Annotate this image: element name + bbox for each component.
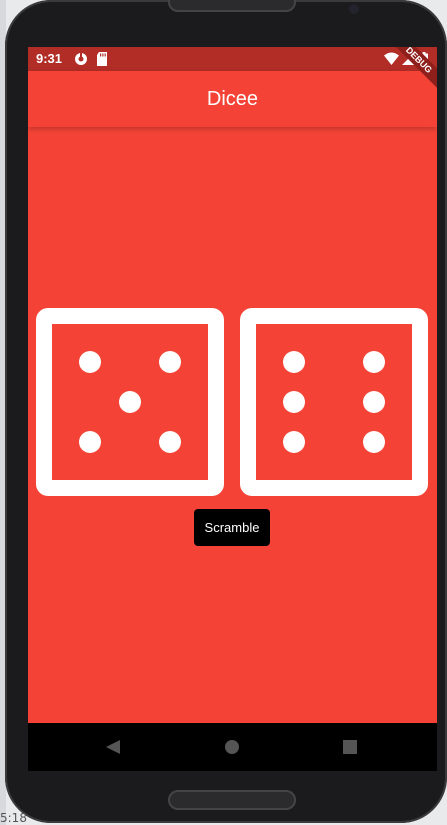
device-screen: 9:31 Dicee DEBUG Scramble — [28, 47, 437, 771]
app-notification-icon — [74, 52, 88, 69]
sd-card-icon — [96, 52, 108, 69]
desktop-clock-fragment: 5:18 — [0, 811, 27, 825]
dice-six-icon — [240, 308, 428, 496]
dice-five-icon — [36, 308, 224, 496]
app-bar: Dicee — [28, 71, 437, 127]
scramble-button[interactable]: Scramble — [194, 509, 270, 546]
navigation-bar — [28, 723, 437, 771]
left-die-button[interactable] — [36, 308, 224, 496]
status-bar: 9:31 — [28, 47, 437, 71]
top-speaker — [168, 0, 296, 12]
front-camera — [349, 4, 359, 14]
home-icon[interactable] — [225, 740, 239, 759]
recents-icon[interactable] — [343, 740, 357, 759]
right-die-button[interactable] — [240, 308, 428, 496]
app-title: Dicee — [206, 88, 259, 110]
back-icon[interactable] — [106, 740, 120, 759]
wifi-icon — [384, 52, 399, 68]
status-time: 9:31 — [36, 51, 63, 66]
bottom-speaker — [168, 790, 296, 810]
phone-frame: 9:31 Dicee DEBUG Scramble — [5, 0, 447, 823]
